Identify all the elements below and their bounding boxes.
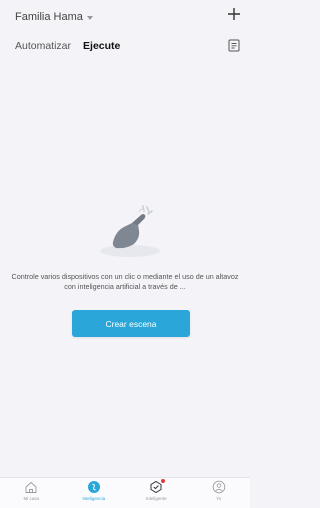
tap-hand-illustration: [100, 205, 160, 257]
smart-icon-wrapper: [149, 479, 166, 494]
nav-label: Inteligente: [145, 496, 167, 501]
scene-tabs: Automatizar Ejecute: [15, 40, 120, 52]
intelligence-icon: [87, 481, 100, 493]
nav-label: Inteligencia: [82, 496, 106, 501]
nav-label: Mi casa: [23, 496, 39, 501]
notification-badge: [161, 479, 166, 483]
create-scene-button[interactable]: Crear escena: [72, 310, 190, 337]
top-bar: Familia Hama: [0, 0, 250, 36]
home-name: Familia Hama: [15, 11, 83, 23]
nav-item-inteligente[interactable]: Inteligente: [131, 478, 181, 501]
profile-icon: [212, 480, 226, 494]
log-icon[interactable]: [228, 39, 240, 52]
add-icon[interactable]: [226, 6, 242, 22]
bottom-navigation: Mi casa Inteligencia Inteligente Yo: [0, 477, 250, 508]
nav-item-mi-casa[interactable]: Mi casa: [6, 478, 56, 501]
home-selector[interactable]: Familia Hama: [15, 11, 93, 23]
nav-label: Yo: [216, 496, 222, 501]
nav-item-yo[interactable]: Yo: [194, 478, 244, 501]
tab-ejecute[interactable]: Ejecute: [83, 40, 120, 52]
nav-item-inteligencia[interactable]: Inteligencia: [69, 478, 119, 501]
empty-state-message: Controle varios dispositivos con un clic…: [11, 272, 239, 291]
chevron-down-icon: [86, 15, 93, 20]
home-icon: [25, 481, 37, 493]
tab-automatizar[interactable]: Automatizar: [15, 40, 71, 52]
